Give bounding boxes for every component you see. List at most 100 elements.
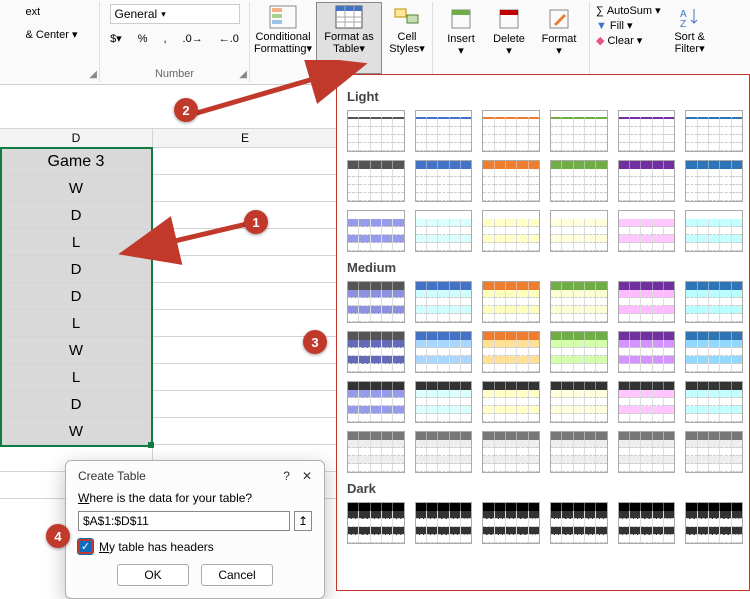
table-style-thumb[interactable] xyxy=(415,331,473,373)
table-style-thumb[interactable] xyxy=(618,331,676,373)
table-style-thumb[interactable] xyxy=(415,210,473,252)
table-style-thumb[interactable] xyxy=(550,331,608,373)
fill-button[interactable]: ▼Fill ▾ xyxy=(596,19,661,32)
table-style-thumb[interactable] xyxy=(347,281,405,323)
clear-button[interactable]: ◆Clear ▾ xyxy=(596,34,661,47)
cancel-button[interactable]: Cancel xyxy=(201,564,273,586)
table-style-thumb[interactable] xyxy=(550,502,608,544)
wrap-text-button[interactable]: ext xyxy=(22,4,43,20)
cell-d[interactable]: D xyxy=(0,256,153,283)
cell-e[interactable] xyxy=(153,364,338,391)
table-style-thumb[interactable] xyxy=(550,281,608,323)
table-style-thumb[interactable] xyxy=(482,381,540,423)
table-style-thumb[interactable] xyxy=(618,210,676,252)
number-dialog-launcher[interactable]: ◢ xyxy=(239,69,247,80)
table-style-thumb[interactable] xyxy=(685,210,743,252)
editing-group: ∑AutoSum ▾ ▼Fill ▾ ◆Clear ▾ xyxy=(590,2,667,82)
table-style-thumb[interactable] xyxy=(415,381,473,423)
dialog-close-button[interactable]: ✕ xyxy=(302,469,312,483)
autosum-button[interactable]: ∑AutoSum ▾ xyxy=(596,4,661,17)
table-style-thumb[interactable] xyxy=(415,431,473,473)
format-button[interactable]: Format▾ xyxy=(535,4,583,70)
cell-d[interactable]: D xyxy=(0,283,153,310)
table-style-thumb[interactable] xyxy=(415,110,473,152)
cell-d[interactable]: D xyxy=(0,391,153,418)
table-style-thumb[interactable] xyxy=(415,160,473,202)
table-style-thumb[interactable] xyxy=(618,160,676,202)
sort-filter-button[interactable]: AZ Sort & Filter▾ xyxy=(667,2,713,74)
table-style-thumb[interactable] xyxy=(618,381,676,423)
table-style-thumb[interactable] xyxy=(685,110,743,152)
comma-button[interactable]: , xyxy=(160,31,169,47)
currency-button[interactable]: $▾ xyxy=(107,30,125,47)
table-style-thumb[interactable] xyxy=(685,431,743,473)
range-input[interactable] xyxy=(78,511,290,531)
alignment-dialog-launcher[interactable]: ◢ xyxy=(89,69,97,80)
table-style-thumb[interactable] xyxy=(347,160,405,202)
table-style-thumb[interactable] xyxy=(550,210,608,252)
cell-d[interactable]: L xyxy=(0,310,153,337)
number-group: General▾ $▾ % , .0→ ←.0 Number ◢ xyxy=(100,2,250,82)
dialog-help-button[interactable]: ? xyxy=(283,469,290,483)
table-style-thumb[interactable] xyxy=(685,502,743,544)
table-style-thumb[interactable] xyxy=(347,431,405,473)
table-style-thumb[interactable] xyxy=(550,160,608,202)
format-as-table-button[interactable]: Format as Table▾ xyxy=(316,2,382,74)
number-format-dropdown[interactable]: General▾ xyxy=(110,4,240,24)
table-style-thumb[interactable] xyxy=(347,110,405,152)
headers-checkbox[interactable]: ✓ xyxy=(78,539,93,554)
percent-button[interactable]: % xyxy=(135,31,151,47)
cell-e[interactable] xyxy=(153,148,338,175)
table-style-thumb[interactable] xyxy=(618,502,676,544)
callout-1: 1 xyxy=(244,210,268,234)
merge-center-button[interactable]: & Center ▾ xyxy=(22,26,80,43)
delete-button[interactable]: Delete▾ xyxy=(487,4,531,70)
cell-e[interactable] xyxy=(153,418,338,445)
table-style-thumb[interactable] xyxy=(482,331,540,373)
decrease-decimal-button[interactable]: ←.0 xyxy=(216,31,242,47)
table-style-thumb[interactable] xyxy=(685,381,743,423)
table-style-thumb[interactable] xyxy=(482,281,540,323)
table-style-thumb[interactable] xyxy=(482,502,540,544)
table-style-thumb[interactable] xyxy=(550,110,608,152)
conditional-formatting-button[interactable]: Conditional Formatting▾ xyxy=(250,2,316,74)
column-header-d[interactable]: D xyxy=(0,128,153,148)
table-style-thumb[interactable] xyxy=(618,281,676,323)
ok-button[interactable]: OK xyxy=(117,564,189,586)
cell-d[interactable]: Game 3 xyxy=(0,148,153,175)
table-style-thumb[interactable] xyxy=(618,110,676,152)
table-style-thumb[interactable] xyxy=(482,431,540,473)
cell-d[interactable]: W xyxy=(0,175,153,202)
column-header-e[interactable]: E xyxy=(153,128,338,148)
insert-button[interactable]: Insert▾ xyxy=(439,4,483,70)
cell-d[interactable]: L xyxy=(0,229,153,256)
table-style-thumb[interactable] xyxy=(347,331,405,373)
table-style-thumb[interactable] xyxy=(685,281,743,323)
table-style-thumb[interactable] xyxy=(685,160,743,202)
cell-e[interactable] xyxy=(153,256,338,283)
cell-d[interactable]: L xyxy=(0,364,153,391)
table-style-thumb[interactable] xyxy=(347,381,405,423)
table-style-thumb[interactable] xyxy=(618,431,676,473)
worksheet[interactable]: D E Game 3WDLDDLWLDW xyxy=(0,128,340,499)
table-style-thumb[interactable] xyxy=(415,502,473,544)
table-style-thumb[interactable] xyxy=(482,110,540,152)
cell-e[interactable] xyxy=(153,391,338,418)
cell-d[interactable]: W xyxy=(0,337,153,364)
table-style-thumb[interactable] xyxy=(347,210,405,252)
cell-e[interactable] xyxy=(153,283,338,310)
cell-e[interactable] xyxy=(153,175,338,202)
table-style-thumb[interactable] xyxy=(550,431,608,473)
cell-d[interactable]: D xyxy=(0,202,153,229)
table-style-thumb[interactable] xyxy=(550,381,608,423)
table-style-thumb[interactable] xyxy=(415,281,473,323)
cell-styles-button[interactable]: Cell Styles▾ xyxy=(382,2,432,74)
table-style-thumb[interactable] xyxy=(482,160,540,202)
range-picker-button[interactable]: ↥ xyxy=(294,511,312,531)
table-style-thumb[interactable] xyxy=(685,331,743,373)
increase-decimal-button[interactable]: .0→ xyxy=(180,31,206,47)
cell-e[interactable] xyxy=(153,229,338,256)
cell-d[interactable]: W xyxy=(0,418,153,445)
table-style-thumb[interactable] xyxy=(482,210,540,252)
table-style-thumb[interactable] xyxy=(347,502,405,544)
